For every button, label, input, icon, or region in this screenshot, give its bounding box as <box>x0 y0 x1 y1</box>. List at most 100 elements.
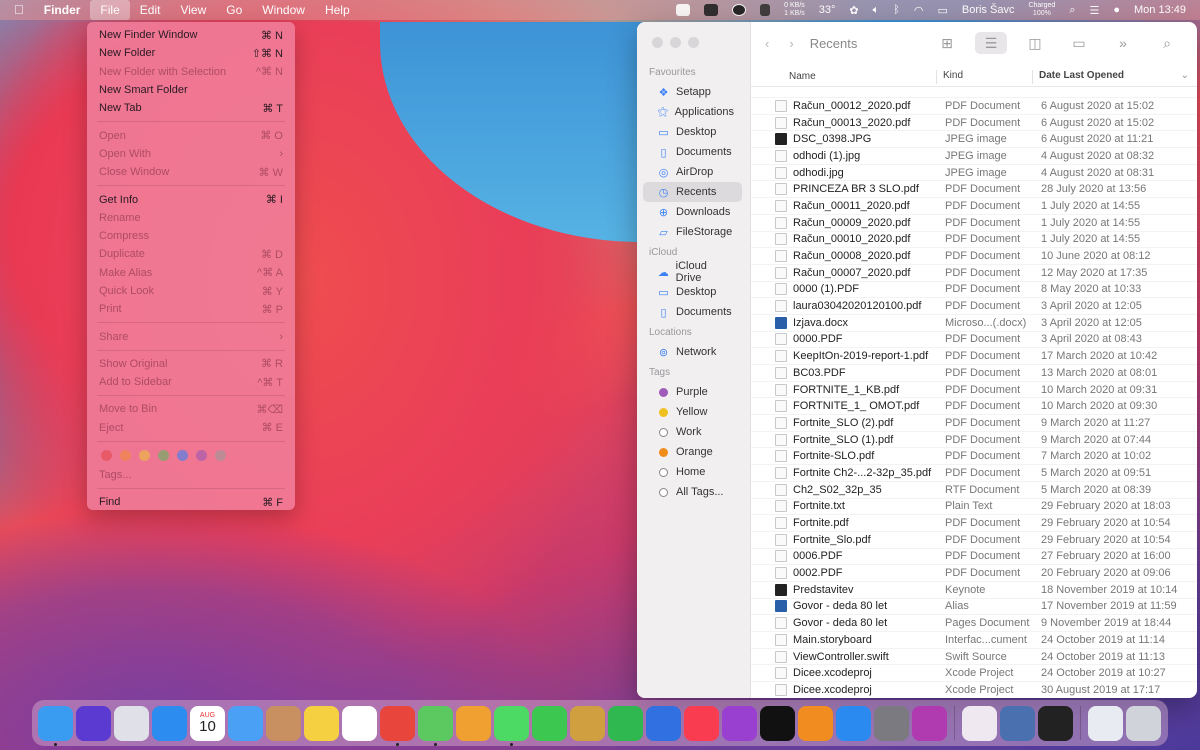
list-view-button[interactable]: ☰ <box>975 32 1007 54</box>
file-row[interactable]: 0002.PDF PDF Document 20 February 2020 at … <box>751 564 1197 581</box>
file-row[interactable]: Dicee.xcodeproj Xcode Project 24 October 2… <box>751 664 1197 681</box>
bluetooth-icon[interactable]: ᛒ <box>886 4 907 16</box>
status-flower-icon[interactable]: ✿ <box>842 4 865 17</box>
user-name[interactable]: Boris Šavc <box>955 4 1022 16</box>
sidebar-item-work[interactable]: Work <box>643 422 742 442</box>
more-toolbar-icon[interactable]: » <box>1107 32 1139 54</box>
wifi-icon[interactable]: ◠ <box>907 4 931 17</box>
menu-item-tags[interactable]: Tags... <box>87 466 295 484</box>
sidebar-item-orange[interactable]: Orange <box>643 442 742 462</box>
apple-menu-icon[interactable]:  <box>0 0 34 20</box>
file-row[interactable]: odhodi.jpg JPEG image 4 August 2020 at 08:… <box>751 163 1197 181</box>
file-row[interactable]: Račun_00010_2020.pdf PDF Document 1 July 2… <box>751 230 1197 248</box>
dock-documents-folder-icon[interactable] <box>1088 705 1123 741</box>
dock-mail-icon[interactable] <box>228 705 263 741</box>
menu-item-add-to-sidebar[interactable]: Add to Sidebar ^⌘ T <box>87 373 295 391</box>
file-row[interactable]: Ch2_S02_32p_35 RTF Document 5 March 2020 a… <box>751 480 1197 498</box>
display-icon[interactable]: ▭ <box>930 4 954 17</box>
menu-item-share[interactable]: Share › <box>87 327 295 345</box>
menu-item-make-alias[interactable]: Make Alias ^⌘ A <box>87 264 295 282</box>
file-row[interactable]: FORTNITE_1_KB.pdf PDF Document 10 March 20… <box>751 380 1197 398</box>
file-row[interactable]: Račun_00008_2020.pdf PDF Document 10 June … <box>751 247 1197 264</box>
menu-item-open[interactable]: Open ⌘ O <box>87 126 295 144</box>
file-row[interactable]: laura03042020120100.pdf PDF Document 3 Apr… <box>751 297 1197 314</box>
file-row[interactable]: Fortnite_SLO (2).pdf PDF Document 9 March … <box>751 414 1197 431</box>
file-row[interactable]: Dicee.xcodeproj Xcode Project 30 August 20… <box>751 681 1197 698</box>
close-window-button[interactable] <box>652 37 663 48</box>
file-row[interactable]: 0000 (1).PDF PDF Document 8 May 2020 at 10… <box>751 280 1197 298</box>
dock-calendar-icon[interactable]: AUG 10 <box>190 705 225 741</box>
dock-setapp-icon[interactable] <box>962 705 997 741</box>
menu-file[interactable]: File <box>90 0 130 20</box>
tag-color-dot[interactable] <box>196 450 207 462</box>
sidebar-item-network[interactable]: ⊚ Network <box>643 342 742 362</box>
file-row[interactable]: odhodi (1).jpg JPEG image 4 August 2020 at… <box>751 147 1197 164</box>
menu-item-move-to-bin[interactable]: Move to Bin ⌘⌫ <box>87 400 295 418</box>
menu-item-new-folder[interactable]: New Folder ⇧⌘ N <box>87 44 295 62</box>
file-row[interactable]: Main.storyboard Interfac...cument 24 Octob… <box>751 631 1197 648</box>
dock-feedback-icon[interactable] <box>912 705 947 741</box>
menu-view[interactable]: View <box>170 0 216 20</box>
dock-finder-icon[interactable] <box>38 705 73 746</box>
dock-bin-icon[interactable] <box>1126 705 1161 741</box>
dock-preview-icon[interactable] <box>570 705 605 741</box>
file-row[interactable]: Račun_00013_2020.pdf PDF Document 6 August… <box>751 113 1197 131</box>
column-view-button[interactable]: ◫ <box>1019 32 1051 54</box>
status-app-icon[interactable] <box>669 4 697 17</box>
dock-facetime-icon[interactable] <box>532 705 567 741</box>
tag-color-dot[interactable] <box>101 450 112 462</box>
sidebar-item-setapp[interactable]: ❖ Setapp <box>643 82 742 102</box>
file-row[interactable]: 0000.PDF PDF Document 3 April 2020 at 08:4… <box>751 330 1197 348</box>
column-name[interactable]: Name <box>751 71 936 82</box>
menu-item-close-window[interactable]: Close Window ⌘ W <box>87 163 295 181</box>
sidebar-item-downloads[interactable]: ⊕ Downloads <box>643 202 742 222</box>
column-kind[interactable]: Kind <box>936 69 1032 84</box>
status-screen-icon[interactable] <box>697 4 725 17</box>
sidebar-item-yellow[interactable]: Yellow <box>643 402 742 422</box>
dock-notes-icon[interactable] <box>304 705 339 741</box>
file-row[interactable]: DSC_0398.JPG JPEG image 6 August 2020 at 1… <box>751 130 1197 147</box>
app-menu[interactable]: Finder <box>34 0 91 20</box>
menu-item-find[interactable]: Find ⌘ F <box>87 493 295 511</box>
back-icon[interactable]: ‹ <box>765 36 769 51</box>
file-row[interactable]: Račun_00012_2020.pdf PDF Document 6 August… <box>751 97 1197 114</box>
menu-item-get-info[interactable]: Get Info ⌘ I <box>87 190 295 208</box>
file-row[interactable]: Govor - deda 80 let Pages Document 9 Novem… <box>751 614 1197 631</box>
status-battery-app-icon[interactable] <box>753 4 777 17</box>
column-date[interactable]: Date Last Opened ⌄ <box>1032 69 1197 84</box>
file-row[interactable]: Fortnite.pdf PDF Document 29 February 2020… <box>751 514 1197 531</box>
menu-item-quick-look[interactable]: Quick Look ⌘ Y <box>87 282 295 300</box>
tag-color-dot[interactable] <box>215 450 226 462</box>
sidebar-item-icloud-drive[interactable]: ☁ iCloud Drive <box>643 260 742 284</box>
dock-app-store-icon[interactable] <box>836 705 871 741</box>
menu-item-new-finder-window[interactable]: New Finder Window ⌘ N <box>87 26 295 44</box>
file-row[interactable]: Račun_00007_2020.pdf PDF Document 12 May 2… <box>751 263 1197 281</box>
menu-window[interactable]: Window <box>252 0 315 20</box>
dock-numbers-icon[interactable] <box>608 705 643 741</box>
icon-view-button[interactable]: ⊞ <box>931 32 963 54</box>
menu-item-new-tab[interactable]: New Tab ⌘ T <box>87 99 295 117</box>
file-row[interactable]: Govor - deda 80 let Alias 17 November 2019… <box>751 597 1197 615</box>
sidebar-item-desktop[interactable]: ▭ Desktop <box>643 122 742 142</box>
sidebar-item-home[interactable]: Home <box>643 462 742 482</box>
sidebar-item-documents[interactable]: ▯ Documents <box>643 302 742 322</box>
dock-contacts-icon[interactable] <box>266 705 301 741</box>
sidebar-item-filestorage[interactable]: ▱ FileStorage <box>643 222 742 242</box>
tag-color-dot[interactable] <box>139 450 150 462</box>
file-row[interactable]: Fortnite.txt Plain Text 29 February 2020 a… <box>751 497 1197 515</box>
file-row[interactable]: KeepItOn-2019-report-1.pdf PDF Document 17… <box>751 347 1197 364</box>
forward-icon[interactable]: › <box>789 36 793 51</box>
control-center-icon[interactable]: ☰ <box>1082 4 1106 17</box>
menu-item-new-folder-with-selection[interactable]: New Folder with Selection ^⌘ N <box>87 63 295 81</box>
search-icon[interactable]: ⌕ <box>1151 32 1183 54</box>
tag-color-dot[interactable] <box>120 450 131 462</box>
battery-status[interactable]: Charged 100% <box>1021 2 1062 18</box>
file-row[interactable]: BC03.PDF PDF Document 13 March 2020 at 08:… <box>751 364 1197 381</box>
status-setapp-icon[interactable] <box>725 4 753 17</box>
file-row[interactable]: Fortnite_Slo.pdf PDF Document 29 February … <box>751 530 1197 548</box>
dock-music-icon[interactable] <box>684 705 719 741</box>
tag-color-dot[interactable] <box>177 450 188 462</box>
volume-icon[interactable]: 🔈︎ <box>866 4 887 17</box>
dock-safari-icon[interactable] <box>152 705 187 741</box>
menu-item-duplicate[interactable]: Duplicate ⌘ D <box>87 245 295 263</box>
